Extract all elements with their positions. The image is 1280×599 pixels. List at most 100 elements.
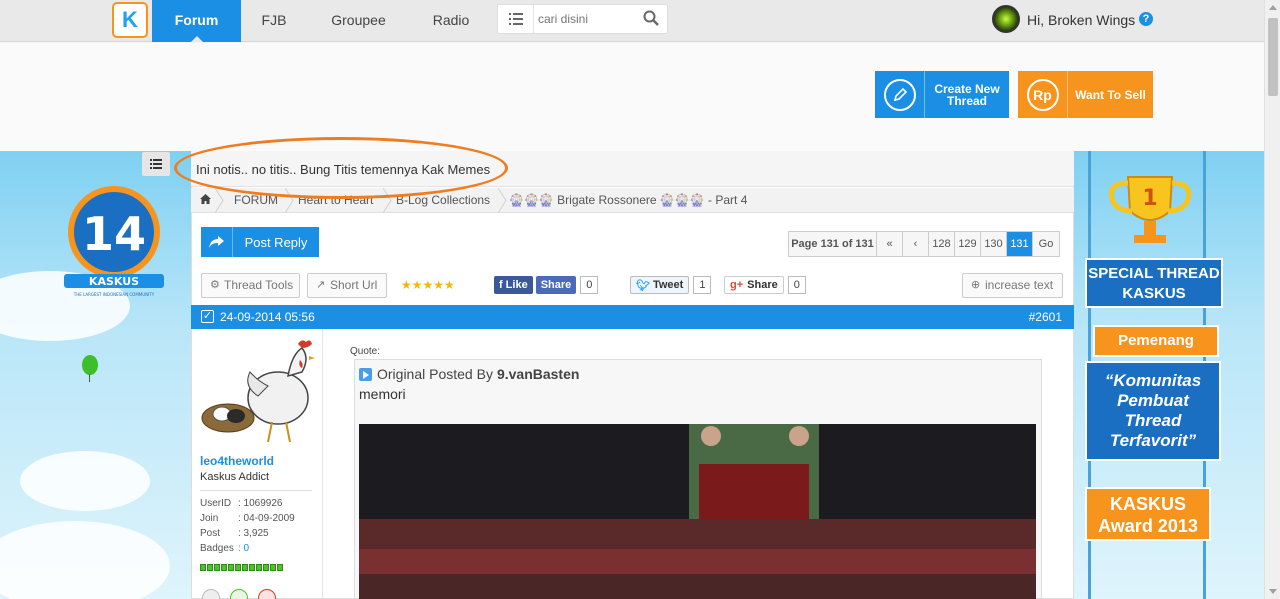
user-greeting[interactable]: Hi, Broken Wings [1027, 12, 1135, 28]
award-winner: Pemenang [1093, 325, 1219, 357]
scroll-thumb[interactable] [1268, 18, 1278, 96]
first-page-icon[interactable]: « [877, 232, 903, 256]
highlight-circle [174, 137, 508, 199]
avatar[interactable] [992, 5, 1020, 33]
facebook-like-button[interactable]: f Like [494, 276, 533, 294]
user-avatar-chicken[interactable] [198, 336, 316, 450]
home-icon[interactable] [200, 193, 211, 207]
svg-text:KASKUS: KASKUS [89, 275, 139, 288]
reputation-pip [242, 564, 248, 571]
quote-prefix: Original Posted By [377, 366, 493, 382]
reputation-pip [256, 564, 262, 571]
search-box [497, 4, 668, 34]
stadium-crowd-photo [359, 424, 1036, 599]
award-category: “Komunitas Pembuat Thread Terfavorit” [1085, 361, 1221, 461]
balloon-decoration [82, 355, 98, 382]
award-event: KASKUS Award 2013 [1085, 487, 1211, 541]
quote-text: memori [359, 386, 406, 402]
rating-stars[interactable]: ★★★★★ [401, 278, 455, 292]
gplus-share-button[interactable]: g+ Share [724, 276, 784, 294]
short-url-button[interactable]: ↗ Short Url [307, 273, 387, 298]
reputation-pip [249, 564, 255, 571]
search-input[interactable] [538, 9, 638, 29]
want-to-sell-label: Want To Sell [1075, 87, 1146, 102]
twitter-icon: 🐦︎ [636, 279, 650, 292]
reputation-pip [270, 564, 276, 571]
page-link[interactable]: 128 [929, 232, 955, 256]
tab-forum[interactable]: Forum [152, 0, 241, 42]
category-list-icon[interactable] [498, 5, 534, 33]
reputation-bar [200, 564, 283, 571]
twitter-widget: 🐦︎ Tweet 1 [630, 276, 712, 294]
increase-text-button[interactable]: ⊕ increase text [962, 273, 1063, 298]
breadcrumb-thread-title: 🎡🎡🎡 Brigate Rossonere 🎡🎡🎡 - Part 4 [509, 193, 748, 207]
page-link[interactable]: 129 [955, 232, 981, 256]
kaskus-anniversary-logo: 14 KASKUS THE LARGEST INDONESIAN COMMUNI… [64, 186, 164, 297]
username-link[interactable]: leo4theworld [200, 454, 274, 468]
rupiah-icon: Rp [1026, 78, 1059, 111]
kaskus-logo[interactable]: K [112, 2, 148, 38]
user-rank: Kaskus Addict [200, 471, 270, 483]
reputation-pip [263, 564, 269, 571]
gear-icon: ⚙ [210, 279, 220, 291]
pagination: Page 131 of 131 « ‹ 128 129 130 131 Go [788, 231, 1060, 257]
current-page[interactable]: 131 [1007, 232, 1033, 256]
post-number[interactable]: #2601 [1029, 310, 1062, 324]
cloud [20, 451, 150, 511]
badges-link[interactable]: : 0 [238, 543, 249, 554]
scroll-up-icon[interactable] [1269, 5, 1277, 10]
quote-author[interactable]: 9.vanBasten [497, 366, 579, 382]
scrollbar[interactable] [1264, 0, 1280, 599]
svg-text:1: 1 [1142, 186, 1157, 211]
want-to-sell-button[interactable]: Rp Want To Sell [1018, 71, 1153, 118]
select-post-checkbox[interactable]: ✓ [201, 310, 214, 323]
thread-tools-button[interactable]: ⚙ Thread Tools [201, 273, 300, 298]
post-header: ✓ 24-09-2014 05:56 #2601 [191, 305, 1074, 329]
svg-text:THE LARGEST INDONESIAN COMMUNI: THE LARGEST INDONESIAN COMMUNITY [73, 292, 155, 297]
create-thread-button[interactable]: Create New Thread [875, 71, 1009, 118]
view-post-icon[interactable] [359, 367, 372, 381]
facebook-widget: f Like Share 0 [494, 276, 599, 294]
user-stat-post: Post: 3,925 [200, 528, 269, 539]
gplus-widget: g+ Share 0 [724, 276, 806, 294]
reputation-pip [221, 564, 227, 571]
search-icon[interactable] [643, 10, 659, 29]
quoted-photo[interactable] [359, 424, 1036, 599]
zoom-in-icon: ⊕ [971, 279, 981, 291]
tweet-button[interactable]: 🐦︎ Tweet [630, 276, 690, 294]
breadcrumb-separator [498, 188, 507, 213]
post-reply-button[interactable]: Post Reply [201, 227, 319, 257]
svg-text:14: 14 [82, 207, 146, 261]
sidebar-toggle-icon[interactable] [142, 152, 170, 176]
award-banner[interactable]: 1 SPECIAL THREAD KASKUS Pemenang “Komuni… [1075, 151, 1264, 599]
scroll-down-icon[interactable] [1269, 589, 1277, 594]
help-icon[interactable]: ? [1139, 12, 1153, 26]
create-thread-label: Create New Thread [934, 81, 1000, 108]
reply-arrow-icon [201, 227, 233, 257]
page-link[interactable]: 130 [981, 232, 1007, 256]
reputation-pip [200, 564, 206, 571]
gplus-icon: g+ [730, 279, 744, 291]
reputation-pip [207, 564, 213, 571]
increase-text-label: increase text [985, 278, 1054, 292]
share-icon: ↗ [316, 279, 326, 291]
facebook-share-button[interactable]: Share [535, 276, 577, 294]
kaskus-logo-icon: K [122, 7, 138, 32]
tab-radio[interactable]: Radio [410, 0, 492, 42]
trophy-icon: 1 [1108, 176, 1192, 243]
post-date: 24-09-2014 05:56 [220, 310, 315, 324]
quote-header: Original Posted By 9.vanBasten [359, 366, 579, 382]
facebook-icon: f [499, 279, 503, 291]
prev-page-icon[interactable]: ‹ [903, 232, 929, 256]
page-info: Page 131 of 131 [789, 232, 877, 256]
tab-fjb[interactable]: FJB [241, 0, 307, 42]
short-url-label: Short Url [330, 278, 378, 292]
reputation-pip [228, 564, 234, 571]
breadcrumb-separator [215, 188, 224, 213]
post-reply-label: Post Reply [244, 234, 308, 250]
user-stat-badges: Badges: 0 [200, 543, 250, 554]
go-button[interactable]: Go [1033, 232, 1059, 256]
award-title: SPECIAL THREAD KASKUS [1085, 258, 1223, 308]
facebook-share-count: 0 [580, 276, 599, 294]
tab-groupee[interactable]: Groupee [307, 0, 410, 42]
